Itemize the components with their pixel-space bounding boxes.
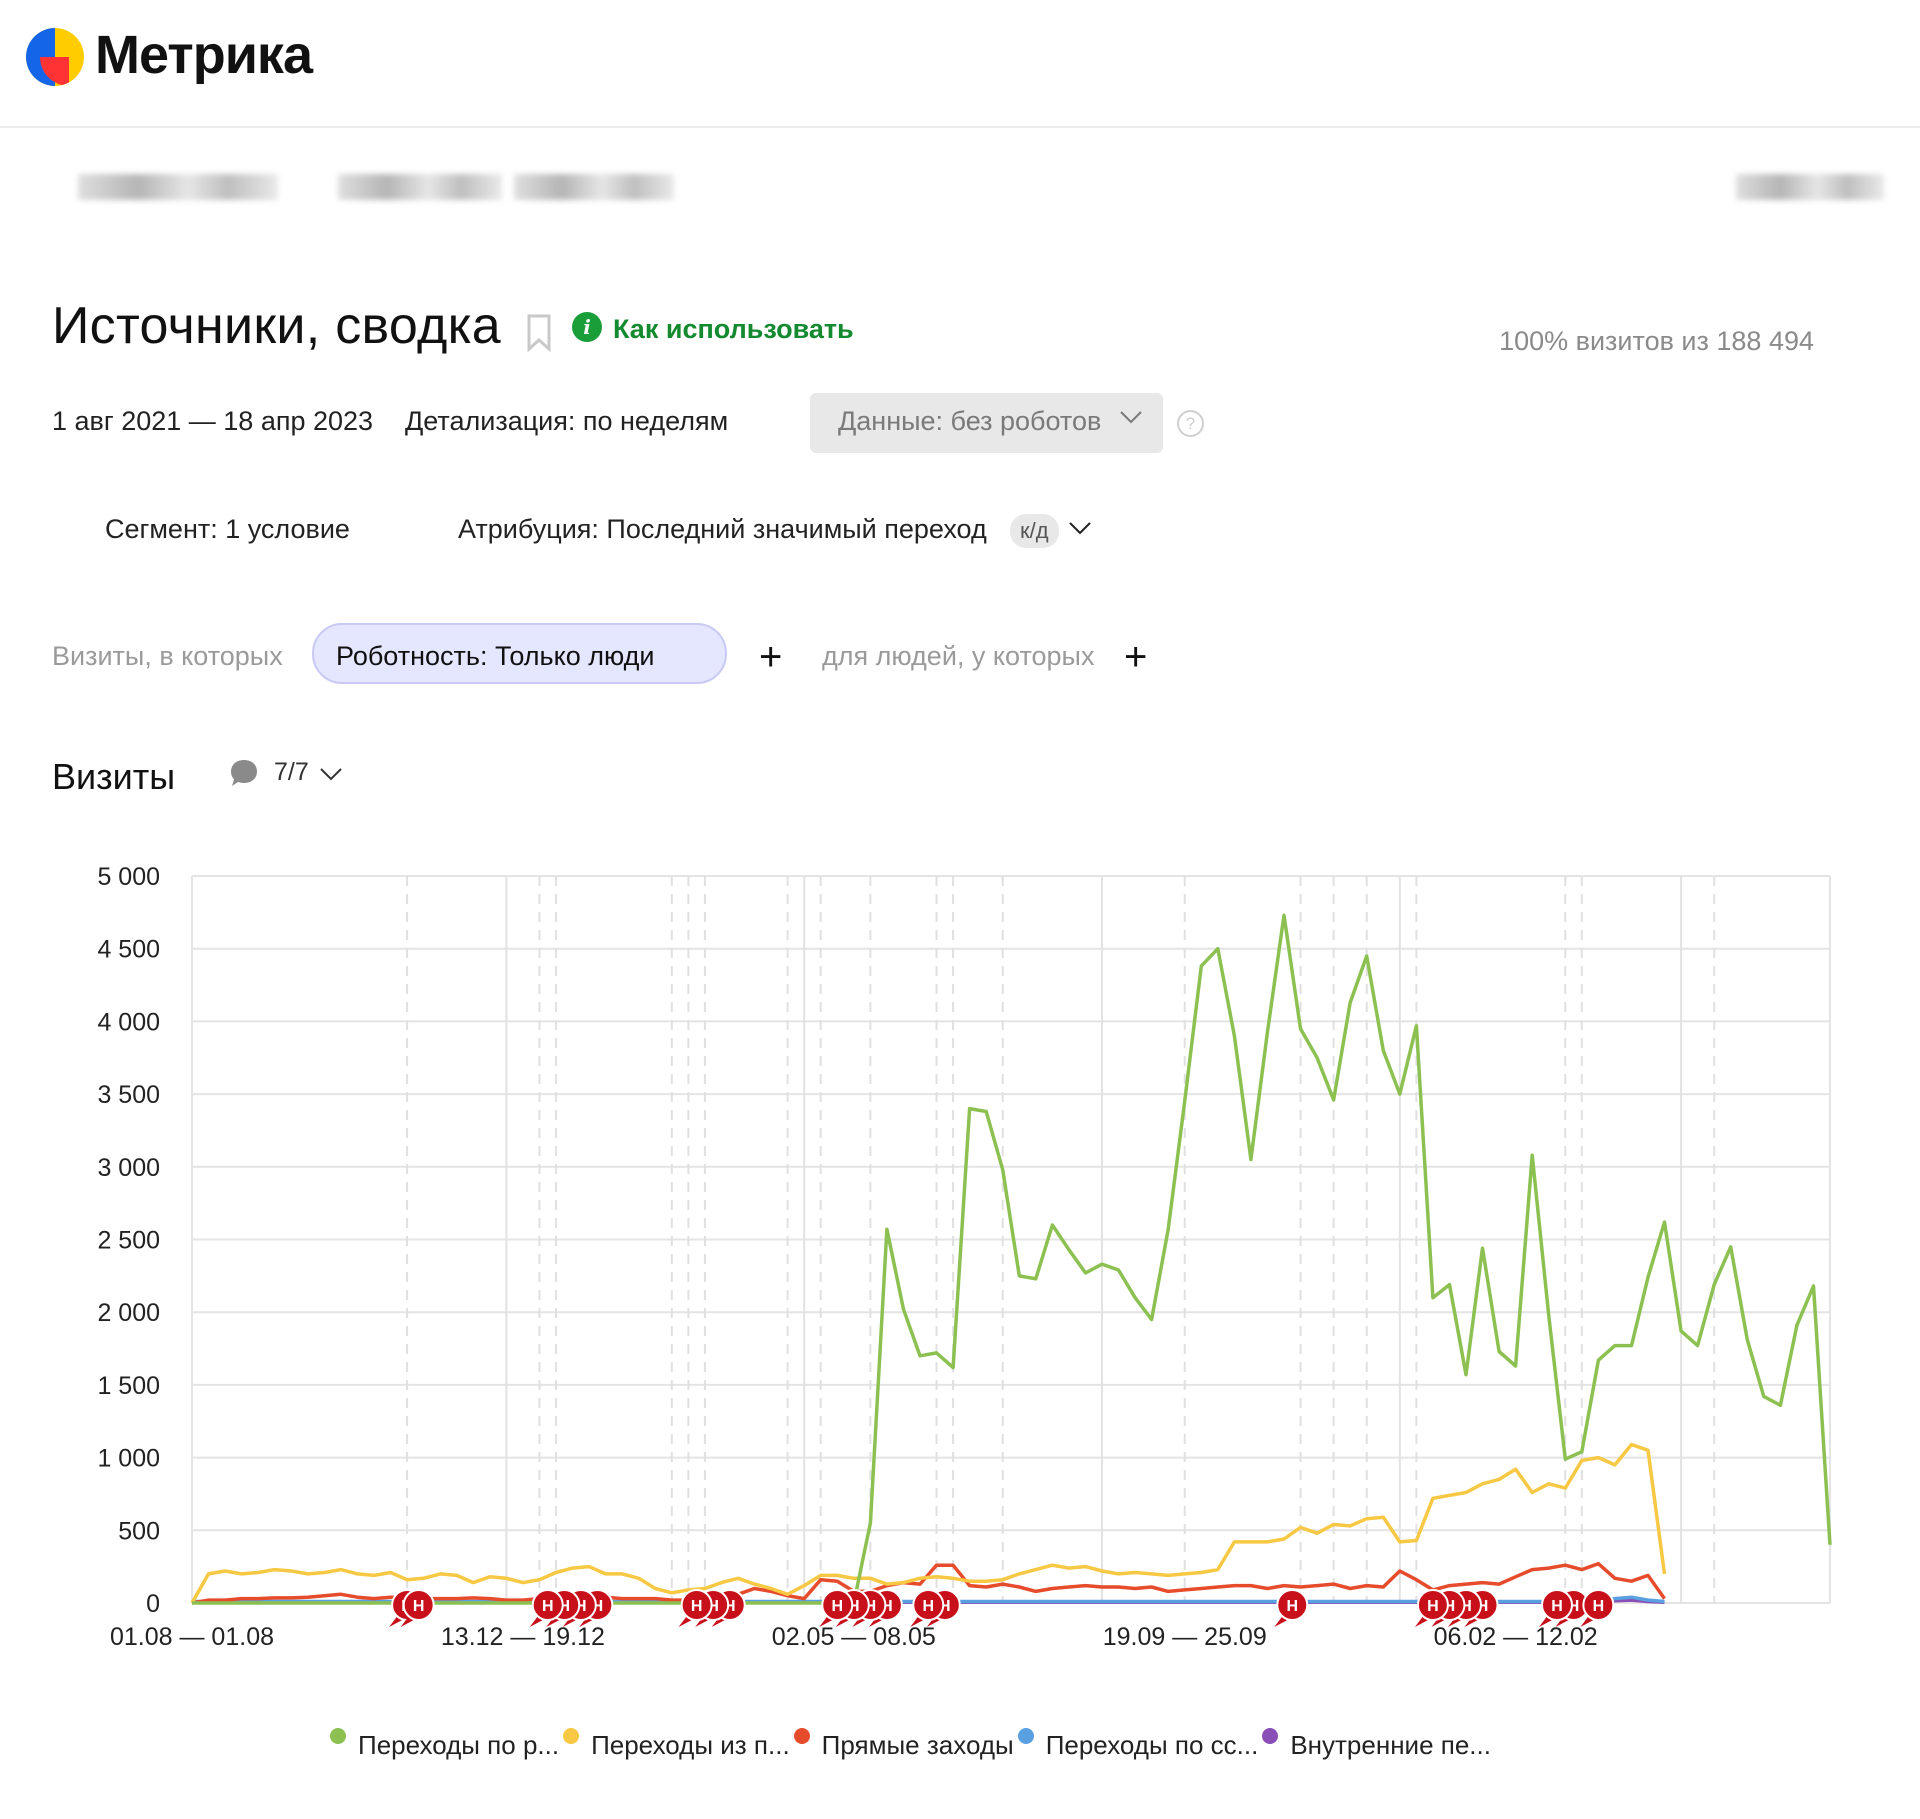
how-to-use-link[interactable]: Как использовать: [613, 314, 854, 345]
chevron-down-icon[interactable]: [319, 766, 343, 782]
logo-text[interactable]: Метрика: [95, 24, 313, 86]
chevron-down-icon[interactable]: [1068, 520, 1092, 536]
segment-selector[interactable]: Сегмент: 1 условие: [105, 514, 350, 545]
y-tick-label: 2 500: [97, 1227, 160, 1255]
for-people-label: для людей, у которых: [822, 641, 1095, 671]
top-header: Метрика: [0, 0, 1920, 128]
data-filter-label: Данные: без роботов: [838, 406, 1102, 436]
note-marker-label: Н: [542, 1598, 554, 1615]
y-tick-label: 500: [118, 1517, 160, 1545]
legend-item[interactable]: Внутренние пе...: [1258, 1728, 1491, 1761]
legend-item[interactable]: Прямые заходы: [790, 1728, 1014, 1761]
redacted-site-name[interactable]: [338, 174, 502, 200]
legend-dot-icon: [1017, 1728, 1034, 1744]
legend-item[interactable]: Переходы по р...: [326, 1728, 560, 1761]
y-tick-label: 3 500: [97, 1081, 160, 1109]
legend-dot-icon: [1262, 1728, 1279, 1744]
y-tick-label: 1 500: [97, 1372, 160, 1400]
redacted-counter-name[interactable]: [78, 174, 278, 200]
help-icon[interactable]: ?: [1177, 410, 1204, 437]
legend-item[interactable]: Переходы по сс...: [1014, 1728, 1259, 1761]
robotness-filter-chip[interactable]: Роботность: Только люди: [312, 623, 727, 684]
date-range-picker[interactable]: 1 авг 2021 — 18 апр 2023: [52, 406, 373, 437]
add-visit-condition-plus-icon[interactable]: +: [759, 637, 782, 677]
legend-label: Переходы по р...: [358, 1730, 560, 1760]
y-tick-label: 2 000: [97, 1299, 160, 1327]
y-tick-label: 4 500: [97, 936, 160, 964]
y-tick-label: 1 000: [97, 1445, 160, 1473]
note-marker-label: Н: [1286, 1598, 1298, 1615]
legend-label: Переходы по сс...: [1045, 1730, 1259, 1760]
x-tick-label: 01.08 — 01.08: [110, 1623, 274, 1651]
y-tick-label: 0: [146, 1590, 160, 1618]
series-line: [192, 913, 1832, 1605]
chart-title: Визиты: [52, 756, 176, 797]
series-line: [190, 1442, 1667, 1604]
x-tick-label: 02.05 — 08.05: [772, 1623, 936, 1651]
redacted-account[interactable]: [1736, 174, 1884, 200]
legend-dot-icon: [563, 1728, 580, 1744]
note-marker-label: Н: [922, 1598, 934, 1615]
chevron-down-icon: [1120, 411, 1142, 424]
comment-icon[interactable]: [228, 757, 260, 789]
legend-label: Прямые заходы: [821, 1730, 1014, 1760]
detail-selector[interactable]: Детализация: по неделям: [405, 406, 728, 437]
x-tick-label: 19.09 — 25.09: [1103, 1623, 1267, 1651]
note-marker-label: Н: [691, 1598, 703, 1615]
data-filter-dropdown[interactable]: Данные: без роботов: [810, 393, 1163, 453]
chart-legend: Переходы по р... Переходы из п... Прямые з…: [326, 1728, 1491, 1761]
metrika-logo-icon[interactable]: [26, 28, 84, 86]
note-marker-label: Н: [1593, 1598, 1605, 1615]
note-marker-label: Н: [413, 1598, 425, 1615]
y-tick-label: 5 000: [97, 863, 160, 891]
redacted-site-url[interactable]: [514, 174, 674, 200]
y-tick-label: 4 000: [97, 1008, 160, 1036]
visits-line-chart: 0 500 1 000 1 500 2 000 2 500 3 000 3 500 4 000 4…: [97, 863, 1832, 1651]
add-people-condition-plus-icon[interactable]: +: [1124, 637, 1147, 677]
visits-in-label: Визиты, в которых: [52, 641, 283, 671]
legend-label: Внутренние пе...: [1290, 1730, 1491, 1760]
legend-dot-icon: [330, 1728, 346, 1744]
note-marker-label: Н: [831, 1598, 843, 1615]
bookmark-icon[interactable]: [526, 314, 552, 352]
comments-count[interactable]: 7/7: [274, 758, 309, 787]
legend-item[interactable]: Переходы из п...: [559, 1728, 790, 1761]
legend-dot-icon: [793, 1728, 810, 1744]
x-tick-label: 13.12 — 19.12: [441, 1623, 605, 1651]
visits-share: 100% визитов из 188 494: [1499, 326, 1814, 356]
x-tick-label: 06.02 — 12.02: [1434, 1623, 1598, 1651]
page-title: Источники, сводка: [52, 297, 502, 355]
info-icon[interactable]: i: [572, 312, 602, 342]
note-marker-label: Н: [1427, 1598, 1439, 1615]
note-marker-label: Н: [1551, 1598, 1563, 1615]
legend-label: Переходы из п...: [591, 1730, 790, 1760]
attribution-selector[interactable]: Атрибуция: Последний значимый переход: [458, 514, 987, 545]
attribution-badge[interactable]: к/д: [1010, 514, 1059, 548]
y-tick-label: 3 000: [97, 1154, 160, 1182]
